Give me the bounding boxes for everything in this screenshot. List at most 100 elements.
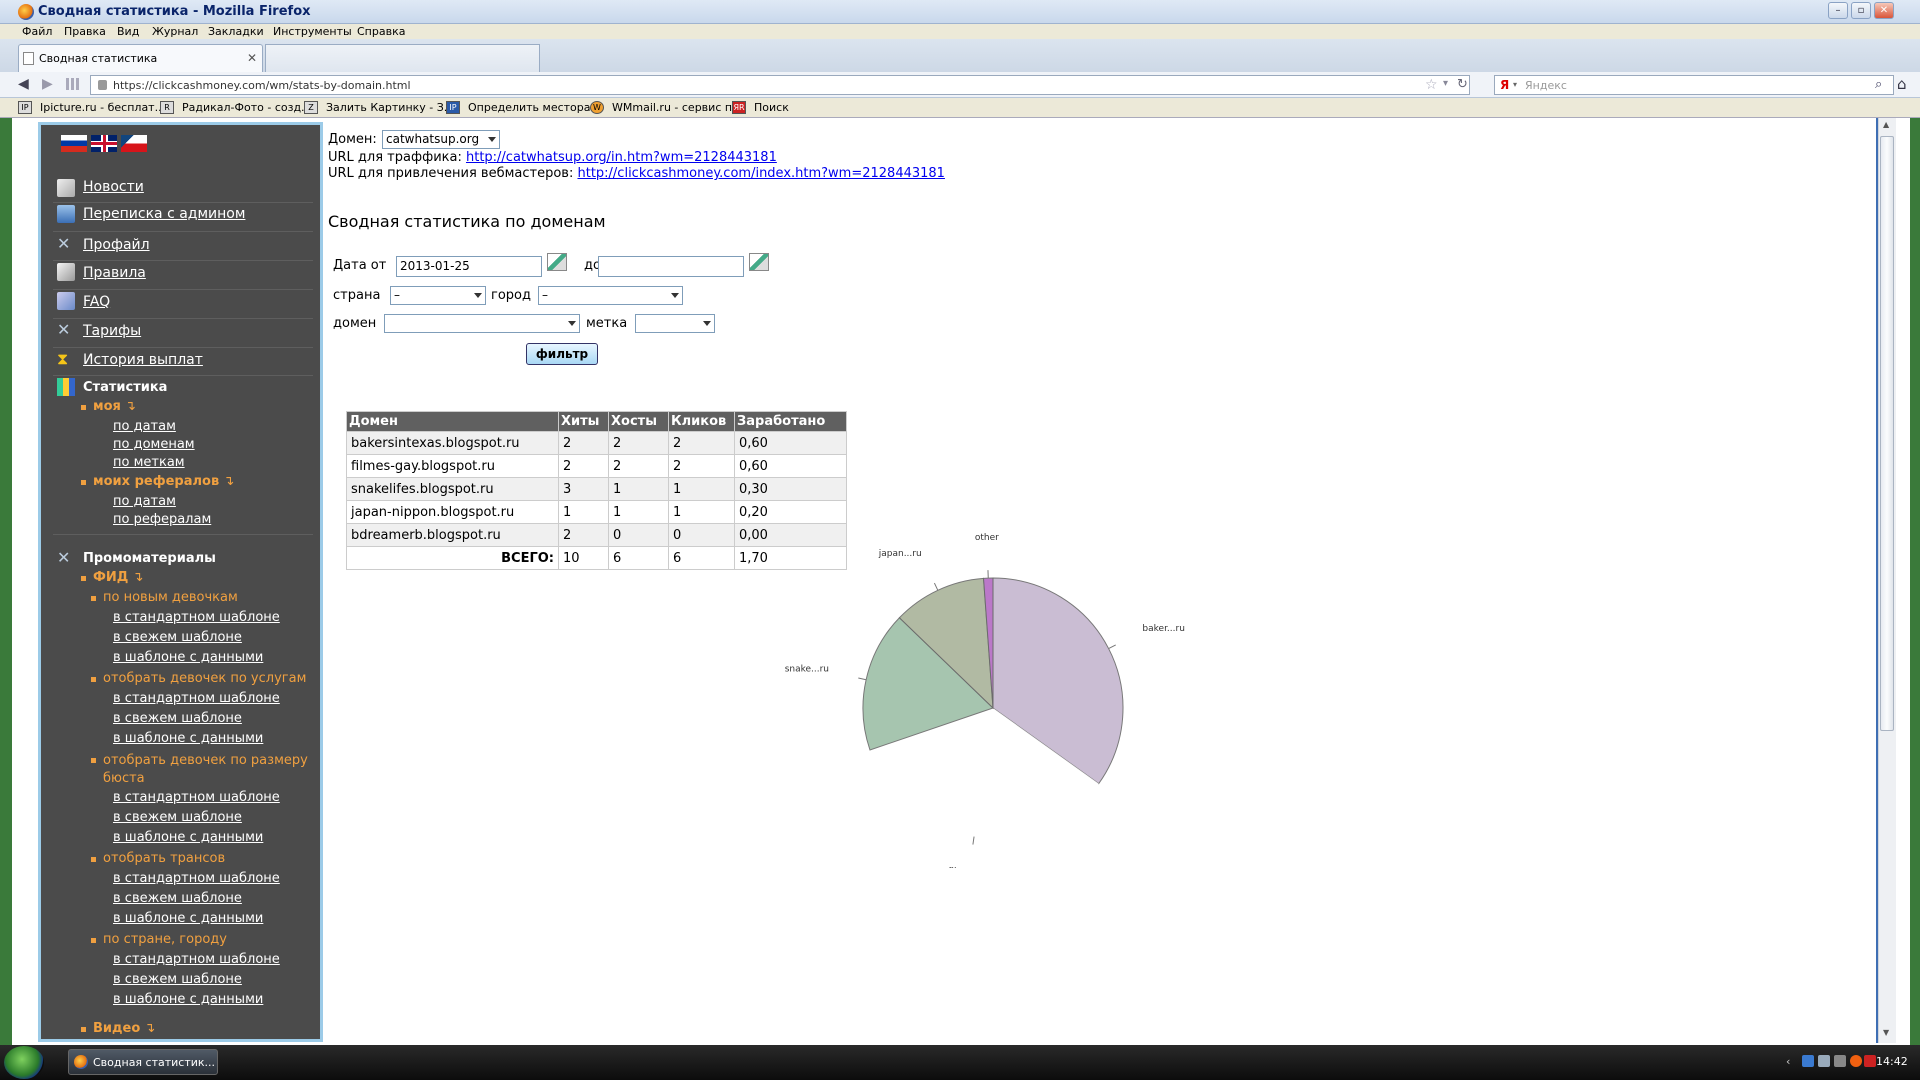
flag-en-icon[interactable]: [91, 135, 117, 152]
filter-button[interactable]: фильтр: [526, 343, 598, 365]
date-to-input[interactable]: [598, 256, 744, 277]
promo-link[interactable]: в шаблоне с данными: [113, 992, 263, 1007]
promo-video-label[interactable]: Видео ↴: [93, 1021, 155, 1036]
promo-link[interactable]: в свежем шаблоне: [113, 891, 242, 906]
bookmark-radikal[interactable]: Радикал-Фото - созд...: [182, 101, 312, 114]
sidebar-item-profile[interactable]: Профайл: [83, 237, 150, 253]
calendar-icon[interactable]: [547, 253, 567, 271]
close-window-button[interactable]: ✕: [1874, 2, 1894, 19]
taskbar-firefox-item[interactable]: Сводная статистик...: [68, 1049, 218, 1075]
back-icon[interactable]: ◀: [18, 76, 29, 92]
tray-firefox-icon[interactable]: [1850, 1055, 1862, 1067]
tray-app-icon[interactable]: [1834, 1055, 1846, 1067]
forward-icon[interactable]: ▶: [42, 76, 53, 92]
promo-link[interactable]: в стандартном шаблоне: [113, 871, 280, 886]
dropdown-icon[interactable]: ▾: [1443, 78, 1448, 89]
traffic-url-link[interactable]: http://catwhatsup.org/in.htm?wm=21284431…: [466, 150, 777, 165]
bookmark-zalit[interactable]: Залить Картинку - З...: [326, 101, 454, 114]
scroll-up-icon[interactable]: ▲: [1883, 120, 1889, 129]
search-box[interactable]: Я ▾ Яндекс ⌕: [1494, 75, 1894, 95]
menu-bookmarks[interactable]: Закладки: [208, 25, 264, 38]
sidebar-item-faq[interactable]: FAQ: [83, 294, 110, 310]
yandex-icon[interactable]: Я: [1500, 78, 1509, 92]
bullet: [81, 1027, 86, 1032]
tools-icon: ✕: [57, 548, 71, 567]
stats-mine-by-dates[interactable]: по датам: [113, 419, 176, 434]
promo-group-label[interactable]: по новым девочкам: [103, 590, 238, 605]
scroll-down-icon[interactable]: ▼: [1883, 1028, 1889, 1037]
sidebar-item-tariffs[interactable]: Тарифы: [83, 323, 141, 339]
domain-select[interactable]: catwhatsup.org: [382, 130, 500, 149]
stats-mine-by-tags[interactable]: по меткам: [113, 455, 185, 470]
stats-mine-label: моя ↴: [93, 399, 136, 414]
promo-link[interactable]: в стандартном шаблоне: [113, 610, 280, 625]
promo-fid-label: ФИД ↴: [93, 570, 144, 585]
promo-link[interactable]: в свежем шаблоне: [113, 972, 242, 987]
maximize-button[interactable]: ▫: [1851, 2, 1871, 19]
promo-link[interactable]: в стандартном шаблоне: [113, 952, 280, 967]
tab-active[interactable]: Сводная статистика ✕: [18, 44, 263, 72]
start-button[interactable]: [4, 1046, 44, 1079]
promo-group-label[interactable]: отобрать девочек по услугам: [103, 671, 306, 686]
country-select[interactable]: –: [390, 286, 486, 305]
promo-link[interactable]: в стандартном шаблоне: [113, 691, 280, 706]
sidebar-item-payouts[interactable]: История выплат: [83, 352, 203, 368]
tag-select[interactable]: [635, 314, 715, 333]
tray-expand-icon[interactable]: ‹: [1786, 1055, 1790, 1068]
promo-link[interactable]: в шаблоне с данными: [113, 830, 263, 845]
bookmark-ipicture[interactable]: Ipicture.ru - бесплат...: [40, 101, 165, 114]
promo-link[interactable]: в свежем шаблоне: [113, 711, 242, 726]
promo-link[interactable]: в шаблоне с данными: [113, 731, 263, 746]
promo-link[interactable]: в свежем шаблоне: [113, 630, 242, 645]
promo-link[interactable]: в свежем шаблоне: [113, 810, 242, 825]
bookmark-search[interactable]: Поиск: [754, 101, 789, 114]
promo-link[interactable]: в шаблоне с данными: [113, 911, 263, 926]
bullet: [81, 576, 86, 581]
table-header-row: Домен Хиты Хосты Кликов Заработано: [346, 411, 847, 432]
country-label: страна: [333, 288, 381, 303]
reload-icon[interactable]: ↻: [1457, 77, 1468, 92]
promo-group-label[interactable]: отобрать девочек по размеру бюста: [103, 752, 313, 788]
promo-heading: Промоматериалы: [83, 551, 216, 566]
bookmark-wmmail[interactable]: WMmail.ru - сервис п...: [612, 101, 743, 114]
promo-link[interactable]: в шаблоне с данными: [113, 650, 263, 665]
stats-mine-by-domains[interactable]: по доменам: [113, 437, 195, 452]
stats-refs-by-referrals[interactable]: по рефералам: [113, 512, 211, 527]
city-select[interactable]: –: [538, 286, 683, 305]
promo-link[interactable]: в стандартном шаблоне: [113, 790, 280, 805]
home-icon[interactable]: ⌂: [1897, 75, 1907, 93]
search-icon[interactable]: ⌕: [1875, 77, 1882, 92]
network-icon[interactable]: [1802, 1055, 1814, 1067]
domain-filter-select[interactable]: [384, 314, 580, 333]
flag-cz-icon[interactable]: [121, 135, 147, 152]
sidebar-item-messages[interactable]: Переписка с админом: [83, 206, 245, 222]
date-from-input[interactable]: 2013-01-25: [396, 256, 542, 277]
tab-close-icon[interactable]: ✕: [247, 51, 257, 65]
tab-blank[interactable]: [265, 44, 540, 72]
search-engine-dropdown-icon[interactable]: ▾: [1513, 80, 1517, 89]
history-icon[interactable]: [66, 78, 80, 90]
promo-group-label[interactable]: отобрать трансов: [103, 851, 225, 866]
minimize-button[interactable]: –: [1828, 2, 1848, 19]
url-bar[interactable]: https://clickcashmoney.com/wm/stats-by-d…: [90, 75, 1470, 95]
menu-tools[interactable]: Инструменты: [273, 25, 352, 38]
promo-group-label[interactable]: по стране, городу: [103, 932, 227, 947]
stats-refs-by-dates[interactable]: по датам: [113, 494, 176, 509]
flag-ru-icon[interactable]: [61, 135, 87, 152]
bookmark-ip-location[interactable]: Определить местора...: [468, 101, 601, 114]
bullet: [81, 405, 86, 410]
calendar-icon[interactable]: [749, 253, 769, 271]
tray-alert-icon[interactable]: [1864, 1055, 1876, 1067]
volume-icon[interactable]: [1818, 1055, 1830, 1067]
menubar: Файл Правка Вид Журнал Закладки Инструме…: [0, 24, 1920, 39]
scrollbar-thumb[interactable]: [1880, 136, 1894, 731]
menu-help[interactable]: Справка: [357, 25, 405, 38]
star-icon[interactable]: ☆: [1425, 77, 1438, 93]
sidebar-item-news[interactable]: Новости: [83, 179, 144, 195]
sidebar-item-rules[interactable]: Правила: [83, 265, 146, 281]
webmaster-url-link[interactable]: http://clickcashmoney.com/index.htm?wm=2…: [577, 166, 944, 181]
menu-view[interactable]: Вид: [117, 25, 139, 38]
menu-file[interactable]: Файл: [22, 25, 52, 38]
menu-edit[interactable]: Правка: [64, 25, 106, 38]
menu-history[interactable]: Журнал: [152, 25, 198, 38]
